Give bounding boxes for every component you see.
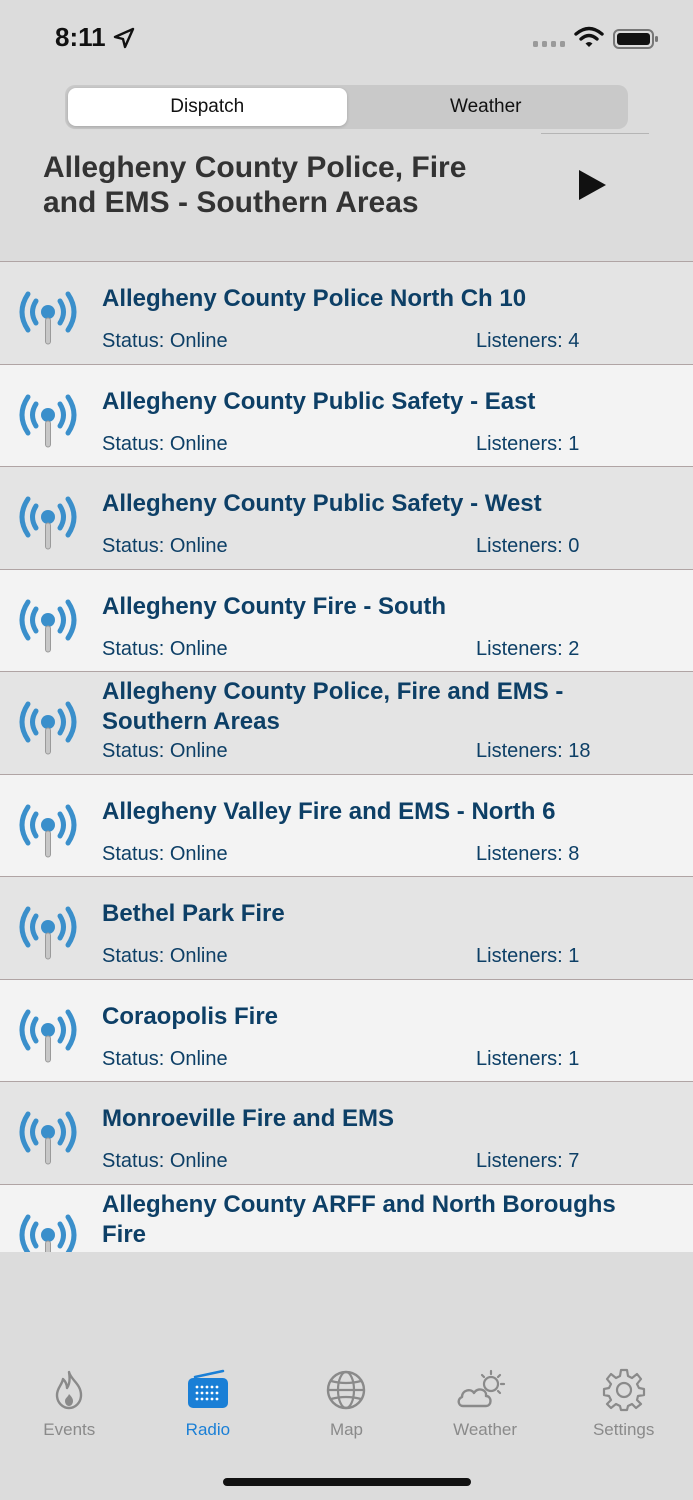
tab-label: Weather [453, 1420, 518, 1439]
feed-title: Allegheny County Police North Ch 10 [102, 285, 527, 312]
feed-row[interactable]: Monroeville Fire and EMS Status: Online … [0, 1081, 693, 1184]
wifi-icon [574, 26, 604, 47]
gear-icon [602, 1368, 645, 1412]
broadcast-tower-icon [19, 1214, 77, 1252]
tab-radio[interactable]: Radio [139, 1340, 278, 1500]
broadcast-tower-icon [19, 496, 77, 550]
feed-title: Monroeville Fire and EMS [102, 1105, 395, 1132]
battery-icon [613, 29, 658, 49]
broadcast-tower-icon [19, 804, 77, 857]
feed-listeners: Listeners: 8 [476, 842, 580, 865]
cloud-sun-icon [457, 1369, 506, 1408]
cellular-signal-icon [533, 41, 565, 47]
now-playing-title: Allegheny County Police, Fire and EMS - … [43, 151, 467, 219]
feed-listeners: Listeners: 1 [476, 432, 580, 455]
feed-title: Allegheny County Public Safety - West [102, 490, 542, 517]
feed-listeners: Listeners: 0 [476, 535, 580, 557]
feed-title: Bethel Park Fire [102, 900, 285, 927]
broadcast-tower-icon [19, 1009, 77, 1062]
tab-label: Radio [185, 1420, 231, 1439]
feed-listeners: Listeners: 1 [476, 1047, 580, 1070]
broadcast-tower-icon [19, 599, 77, 652]
feed-listeners: Listeners: 18 [476, 740, 591, 762]
feed-title: Allegheny County ARFF and North Boroughs… [102, 1190, 616, 1248]
feed-status: Status: Online [102, 1047, 228, 1070]
dispatch-weather-segmented-control: Dispatch Weather [65, 85, 628, 129]
broadcast-tower-icon [19, 1111, 77, 1165]
feed-row[interactable]: Bethel Park Fire Status: Online Listener… [0, 876, 693, 979]
tab-label: Map [329, 1420, 364, 1439]
feed-status: Status: Online [102, 330, 228, 352]
feed-listeners: Listeners: 7 [476, 1150, 580, 1172]
broadcast-tower-icon [19, 291, 77, 345]
status-bar: 8:11 [0, 0, 693, 75]
feed-title: Allegheny Valley Fire and EMS - North 6 [102, 797, 556, 825]
feed-title: Allegheny County Police, Fire and EMS - … [102, 678, 564, 735]
feed-row[interactable]: Allegheny County Police North Ch 10 Stat… [0, 261, 693, 364]
feed-status: Status: Online [102, 535, 228, 557]
feed-title: Allegheny County Public Safety - East [102, 387, 536, 415]
feed-title: Allegheny County Fire - South [102, 592, 447, 620]
feed-title: Coraopolis Fire [102, 1002, 279, 1030]
feed-status: Status: Online [102, 637, 228, 660]
feed-row[interactable]: Allegheny County Police, Fire and EMS - … [0, 671, 693, 774]
tab-label: Settings [592, 1420, 655, 1439]
home-indicator[interactable] [223, 1478, 471, 1486]
feed-status: Status: Online [102, 432, 228, 455]
feed-row[interactable]: Allegheny County Public Safety - West St… [0, 466, 693, 569]
segment-weather[interactable]: Weather [347, 88, 626, 126]
tab-events[interactable]: Events [0, 1340, 139, 1500]
feed-status: Status: Online [102, 740, 228, 762]
play-icon[interactable] [575, 168, 609, 202]
tab-weather[interactable]: Weather [416, 1340, 555, 1500]
clock-time: 8:11 [55, 22, 106, 52]
feed-row[interactable]: Coraopolis Fire Status: Online Listeners… [0, 978, 693, 1081]
feed-status: Status: Online [102, 842, 228, 865]
tab-settings[interactable]: Settings [554, 1340, 693, 1500]
feed-row[interactable]: Allegheny Valley Fire and EMS - North 6 … [0, 773, 693, 876]
divider [541, 133, 649, 134]
tab-map[interactable]: Map [277, 1340, 416, 1500]
location-arrow-icon [113, 27, 135, 49]
radio-icon [187, 1369, 228, 1408]
broadcast-tower-icon [19, 906, 77, 960]
feed-status: Status: Online [102, 945, 228, 967]
globe-icon [327, 1370, 366, 1410]
tab-bar: Events Radio Map Weather Settings [0, 1340, 693, 1500]
feed-list[interactable]: Allegheny County Police North Ch 10 Stat… [0, 261, 693, 1252]
feed-status: Status: Online [102, 1150, 228, 1172]
flame-icon [56, 1370, 83, 1410]
feed-row[interactable]: Allegheny County Public Safety - East St… [0, 363, 693, 466]
feed-listeners: Listeners: 2 [476, 637, 580, 660]
feed-row[interactable]: Allegheny County ARFF and North Boroughs… [0, 1183, 693, 1252]
feed-listeners: Listeners: 1 [476, 945, 580, 967]
segment-dispatch[interactable]: Dispatch [68, 88, 347, 126]
broadcast-tower-icon [19, 394, 77, 447]
broadcast-tower-icon [19, 701, 77, 755]
feed-row[interactable]: Allegheny County Fire - South Status: On… [0, 568, 693, 671]
feed-listeners: Listeners: 4 [476, 330, 580, 352]
tab-label: Events [43, 1420, 96, 1439]
